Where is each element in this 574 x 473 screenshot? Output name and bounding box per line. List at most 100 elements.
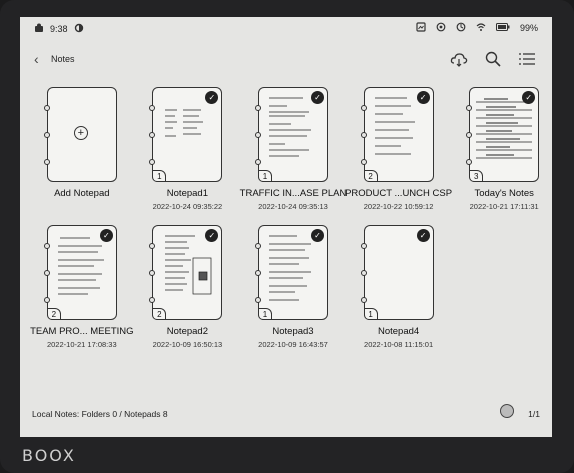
screen: 9:38 99% ‹ Notes + Add Notepad ✓ 1 Notep… <box>20 17 552 437</box>
binding-ring <box>360 105 367 111</box>
selected-check-icon[interactable]: ✓ <box>205 91 219 104</box>
notepad-name: Notepad1 <box>166 188 208 199</box>
notepad-tile[interactable]: ✓ 2 TEAM PRO... MEETING 2022-10-21 17:08… <box>29 225 135 349</box>
notepad-name: Notepad3 <box>272 326 314 337</box>
android-icon <box>34 23 44 35</box>
binding-ring <box>254 132 261 138</box>
notepad-cover[interactable]: ✓ 3 <box>466 87 540 182</box>
selected-check-icon[interactable]: ✓ <box>99 229 113 242</box>
notepad-name: Notepad4 <box>377 326 420 337</box>
notepad-tile[interactable]: ✓ 2 PRODUCT ...UNCH CSP 2022-10-22 10:59… <box>345 87 453 211</box>
binding-ring <box>43 159 50 165</box>
notepad-date: 2022-10-24 09:35:13 <box>258 202 328 211</box>
selected-check-icon[interactable]: ✓ <box>205 229 219 242</box>
handwriting-preview <box>374 97 415 155</box>
binding-ring <box>254 105 261 111</box>
notepad-name: PRODUCT ...UNCH CSP <box>345 188 453 199</box>
footer-bar: Local Notes: Folders 0 / Notepads 8 1/1 <box>20 401 552 429</box>
notepad-tile[interactable]: ✓ 3 Today's Notes 2022-10-21 17:11:31 <box>451 87 552 211</box>
page-count: 3 <box>469 170 484 182</box>
page-count: 2 <box>363 170 378 182</box>
notepad-cover[interactable]: ✓ 1 <box>254 225 328 320</box>
notes-summary: Local Notes: Folders 0 / Notepads 8 <box>32 409 168 419</box>
binding-ring <box>149 297 156 303</box>
selected-check-icon[interactable]: ✓ <box>416 91 430 104</box>
wifi-icon[interactable] <box>476 22 486 34</box>
selected-check-icon[interactable]: ✓ <box>416 229 430 242</box>
notepad-date: 2022-10-09 16:50:13 <box>152 340 223 349</box>
page-count: 1 <box>257 308 272 320</box>
notepad-tile[interactable]: ✓ 1 Notepad3 2022-10-09 16:43:57 <box>240 225 346 349</box>
binding-ring <box>43 297 50 303</box>
binding-ring <box>360 297 367 303</box>
selected-check-icon[interactable]: ✓ <box>310 91 324 104</box>
notepad-grid: + Add Notepad ✓ 1 Notepad1 2022-10-24 09… <box>29 87 541 349</box>
notepad-cover[interactable]: ✓ 1 <box>149 87 223 182</box>
binding-ring <box>43 270 50 276</box>
handwriting-preview <box>268 97 311 157</box>
search-icon[interactable] <box>482 48 504 70</box>
binding-ring <box>254 270 261 276</box>
refresh-mode-icon[interactable] <box>436 22 446 34</box>
add-notepad-tile[interactable]: + Add Notepad <box>29 87 135 211</box>
brand-logo: BOOX <box>22 446 76 465</box>
notepad-date: 2022-10-22 10:59:12 <box>363 202 434 211</box>
binding-ring <box>360 243 367 249</box>
battery-level: 99% <box>519 23 538 33</box>
notepad-cover[interactable]: + <box>43 87 117 182</box>
notepad-name: TEAM PRO... MEETING <box>30 326 134 337</box>
binding-ring <box>254 297 261 303</box>
binding-ring <box>360 132 367 138</box>
notepad-name: TRAFFIC IN...ASE PLAN <box>239 188 347 199</box>
binding-ring <box>43 243 50 249</box>
add-notepad-label: Add Notepad <box>54 188 110 199</box>
notepad-tile[interactable]: ✓ 1 Notepad1 2022-10-24 09:35:22 <box>135 87 241 211</box>
page-count: 1 <box>257 170 272 182</box>
app-header: ‹ Notes <box>20 45 552 75</box>
handwriting-preview <box>268 235 311 301</box>
selected-check-icon[interactable]: ✓ <box>310 229 324 242</box>
notepad-cover[interactable]: ✓ 2 <box>43 225 117 320</box>
binding-ring <box>466 159 473 165</box>
status-bar: 9:38 99% <box>20 17 552 39</box>
handwriting-preview <box>57 237 104 295</box>
binding-ring <box>466 105 473 111</box>
notepad-cover[interactable]: ✓ 2 <box>149 225 223 320</box>
status-time: 9:38 <box>50 24 68 34</box>
notepad-date: 2022-10-21 17:11:31 <box>469 202 539 211</box>
binding-ring <box>149 132 156 138</box>
binding-ring <box>254 159 261 165</box>
page-count: 1 <box>152 170 167 182</box>
notepad-tile[interactable]: ✓ 2 Notepad2 2022-10-09 16:50:13 <box>135 225 241 349</box>
handwriting-preview <box>165 109 204 137</box>
cloud-sync-icon[interactable] <box>448 48 470 70</box>
notepad-date: 2022-10-24 09:35:22 <box>152 202 223 211</box>
notepad-tile[interactable]: ✓ 1 TRAFFIC IN...ASE PLAN 2022-10-24 09:… <box>240 87 346 211</box>
notepad-cover[interactable]: ✓ 1 <box>254 87 328 182</box>
plus-icon: + <box>73 126 88 140</box>
notepad-date: 2022-10-08 11:15:01 <box>364 340 434 349</box>
notepad-tile[interactable]: ✓ 1 Notepad4 2022-10-08 11:15:01 <box>346 225 452 349</box>
binding-ring <box>466 132 473 138</box>
binding-ring <box>43 105 50 111</box>
notepad-cover[interactable]: ✓ 2 <box>360 87 434 182</box>
binding-ring <box>149 159 156 165</box>
binding-ring <box>149 243 156 249</box>
handwriting-preview <box>476 98 533 159</box>
binding-ring <box>360 159 367 165</box>
page-count: 2 <box>152 308 167 320</box>
notepad-name: Notepad2 <box>166 326 208 337</box>
back-icon[interactable]: ‹ <box>34 51 39 67</box>
list-view-icon[interactable] <box>516 48 538 70</box>
binding-ring <box>149 105 156 111</box>
account-avatar-icon[interactable] <box>500 404 514 418</box>
screenshot-icon[interactable] <box>416 22 426 34</box>
page-indicator[interactable]: 1/1 <box>528 409 540 419</box>
notepad-date: 2022-10-09 16:43:57 <box>258 340 328 349</box>
selected-check-icon[interactable]: ✓ <box>522 91 536 104</box>
notepad-cover[interactable]: ✓ 1 <box>360 225 434 320</box>
page-count: 1 <box>363 308 378 320</box>
sync-icon <box>74 23 84 35</box>
binding-ring <box>254 243 261 249</box>
rotate-icon[interactable] <box>456 22 466 34</box>
